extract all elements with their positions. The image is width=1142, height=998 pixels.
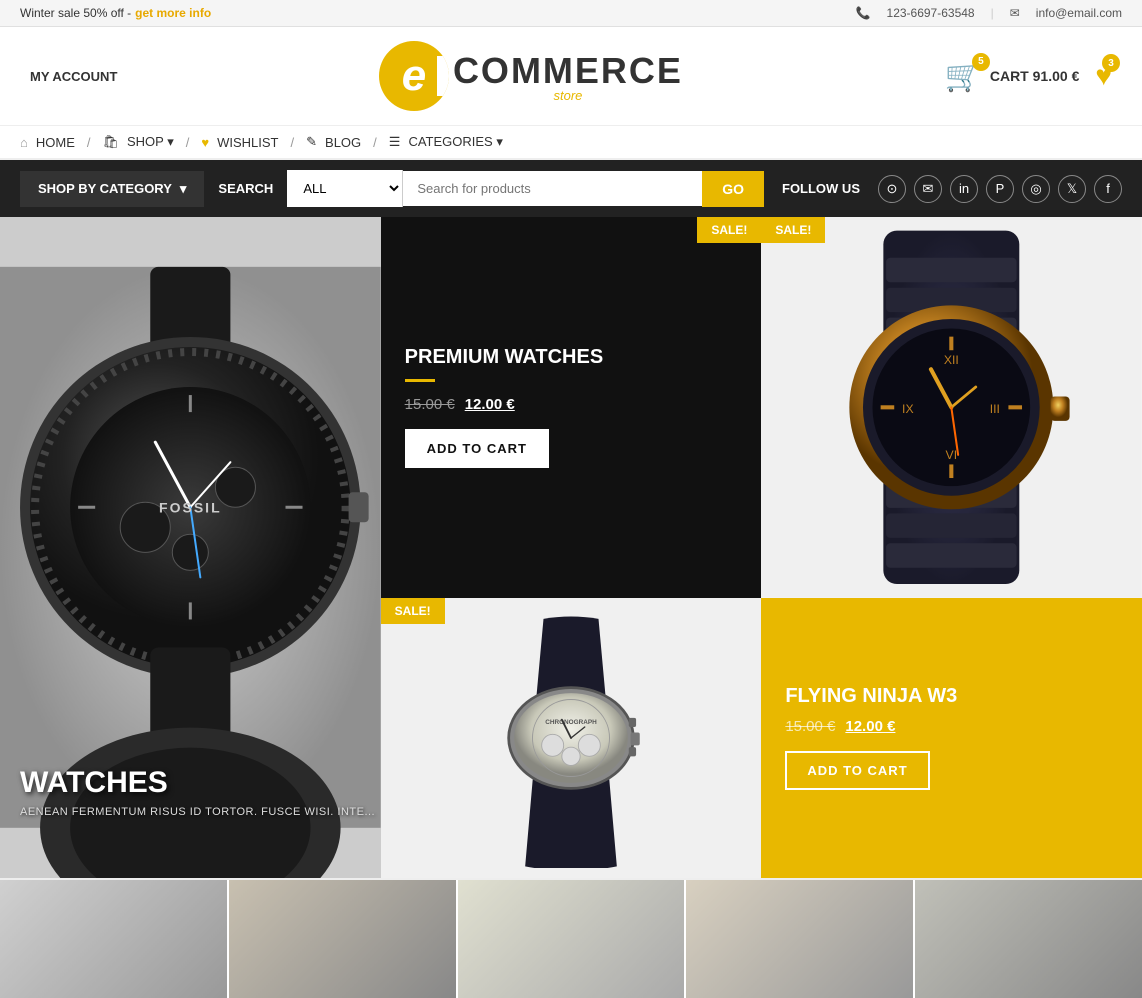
shop-nav-icon: 🛍 bbox=[102, 134, 119, 150]
premium-new-price: 12.00 € bbox=[465, 396, 515, 413]
logo-store-text: store bbox=[453, 88, 683, 103]
hero-banner: FOSSIL WATCHES AENEAN FERMENTUM RISUS ID… bbox=[0, 217, 381, 878]
get-more-link[interactable]: get more info bbox=[135, 6, 211, 20]
logo-word: COMMERCE store bbox=[453, 50, 683, 103]
cart-area[interactable]: 🛒 5 CART 91.00 € bbox=[944, 59, 1079, 94]
premium-add-to-cart-button[interactable]: ADD TO CART bbox=[405, 429, 549, 468]
svg-text:CHRONOGRAPH: CHRONOGRAPH bbox=[545, 719, 597, 726]
cart-badge: 5 bbox=[972, 53, 990, 71]
top-bar-contact: 123-6697-63548 | info@email.com bbox=[856, 6, 1122, 20]
premium-sale-badge: SALE! bbox=[697, 217, 761, 243]
nav-categories[interactable]: CATEGORIES ▾ bbox=[408, 134, 502, 150]
chevron-down-icon: ▾ bbox=[180, 181, 187, 197]
cart-label-text: CART bbox=[990, 68, 1029, 84]
wishlist-nav-icon: ♥ bbox=[201, 135, 209, 150]
email-address: info@email.com bbox=[1036, 6, 1122, 20]
go-button[interactable]: GO bbox=[702, 171, 764, 207]
instagram-icon[interactable]: ◎ bbox=[1022, 175, 1050, 203]
phone-number: 123-6697-63548 bbox=[887, 6, 975, 20]
header-right: 🛒 5 CART 91.00 € ♥ 3 bbox=[944, 59, 1112, 94]
linkedin-icon[interactable]: in bbox=[950, 175, 978, 203]
premium-old-price: 15.00 € bbox=[405, 396, 455, 413]
facebook-icon[interactable]: f bbox=[1094, 175, 1122, 203]
email-social-icon[interactable]: ✉ bbox=[914, 175, 942, 203]
search-bar: SHOP BY CATEGORY ▾ SEARCH ALL Watches Ac… bbox=[0, 160, 1142, 217]
logo-e-letter: e bbox=[402, 51, 426, 101]
ninja-old-price: 15.00 € bbox=[785, 718, 835, 735]
cart-currency: € bbox=[1072, 68, 1080, 84]
follow-us-label: FOLLOW US bbox=[764, 181, 878, 196]
thumb-1 bbox=[0, 880, 229, 998]
sale-text: Winter sale 50% off - bbox=[20, 6, 131, 20]
thumb-5 bbox=[915, 880, 1142, 998]
ninja-price-row: 15.00 € 12.00 € bbox=[785, 718, 1118, 735]
search-label: SEARCH bbox=[204, 171, 287, 206]
search-input[interactable] bbox=[403, 171, 702, 206]
premium-sale-badge-tl: SALE! bbox=[761, 217, 825, 243]
rss-icon[interactable]: ⊙ bbox=[878, 175, 906, 203]
ninja-title: FLYING NINJA W3 bbox=[785, 685, 1118, 708]
top-bar-sale: Winter sale 50% off - get more info bbox=[20, 6, 211, 20]
thumb-2 bbox=[229, 880, 458, 998]
social-icons: ⊙ ✉ in P ◎ 𝕏 f bbox=[878, 175, 1122, 203]
logo[interactable]: e COMMERCE store bbox=[379, 41, 683, 111]
shop-by-label: SHOP BY CATEGORY bbox=[38, 181, 172, 196]
logo-e-icon: e bbox=[379, 41, 449, 111]
nav-bar: ⌂ HOME / 🛍 SHOP ▾ / ♥ WISHLIST / ✎ BLOG … bbox=[0, 126, 1142, 160]
svg-text:XII: XII bbox=[944, 353, 959, 367]
svg-text:IX: IX bbox=[902, 402, 914, 416]
hero-text: WATCHES AENEAN FERMENTUM RISUS ID TORTOR… bbox=[20, 766, 375, 818]
email-icon bbox=[1010, 6, 1020, 20]
product-grid: FOSSIL WATCHES AENEAN FERMENTUM RISUS ID… bbox=[0, 217, 1142, 878]
premium-panel: SALE! PREMIUM WATCHES 15.00 € 12.00 € AD… bbox=[381, 217, 762, 598]
gold-watch-svg: XII III VI IX bbox=[761, 217, 1142, 598]
logo-commerce-text: COMMERCE bbox=[453, 50, 683, 92]
ninja-add-to-cart-button[interactable]: ADD TO CART bbox=[785, 751, 929, 790]
categories-nav-icon: ☰ bbox=[389, 134, 401, 150]
twitter-icon[interactable]: 𝕏 bbox=[1058, 175, 1086, 203]
premium-price-row: 15.00 € 12.00 € bbox=[405, 396, 738, 413]
svg-text:VI: VI bbox=[946, 448, 958, 462]
svg-text:FOSSIL: FOSSIL bbox=[159, 499, 222, 515]
hero-subtitle: AENEAN FERMENTUM RISUS ID TORTOR. FUSCE … bbox=[20, 806, 375, 818]
hero-title: WATCHES bbox=[20, 766, 375, 800]
cart-icon-wrap: 🛒 5 bbox=[944, 59, 981, 94]
premium-divider bbox=[405, 379, 435, 382]
nav-wishlist[interactable]: WISHLIST bbox=[217, 135, 278, 150]
ninja-panel: FLYING NINJA W3 15.00 € 12.00 € ADD TO C… bbox=[761, 598, 1142, 878]
thumb-3 bbox=[458, 880, 687, 998]
sale-badge-middle: SALE! bbox=[381, 598, 445, 624]
sale-watch-panel: SALE! CHRONOGRAPH bbox=[381, 598, 762, 878]
header: MY ACCOUNT e COMMERCE store 🛒 5 CART 91.… bbox=[0, 27, 1142, 126]
thumbnail-row bbox=[0, 878, 1142, 998]
svg-text:III: III bbox=[990, 402, 1000, 416]
thumb-4 bbox=[686, 880, 915, 998]
cart-label: CART 91.00 € bbox=[990, 68, 1080, 84]
premium-title: PREMIUM WATCHES bbox=[405, 346, 738, 369]
wishlist-button[interactable]: ♥ 3 bbox=[1095, 60, 1112, 92]
top-bar: Winter sale 50% off - get more info 123-… bbox=[0, 0, 1142, 27]
shop-by-category[interactable]: SHOP BY CATEGORY ▾ bbox=[20, 171, 204, 207]
blog-nav-icon: ✎ bbox=[306, 134, 317, 150]
nav-home[interactable]: HOME bbox=[36, 135, 75, 150]
cart-price: 91.00 bbox=[1033, 68, 1068, 84]
home-nav-icon: ⌂ bbox=[20, 135, 28, 150]
nav-blog[interactable]: BLOG bbox=[325, 135, 361, 150]
pinterest-icon[interactable]: P bbox=[986, 175, 1014, 203]
ninja-new-price: 12.00 € bbox=[845, 718, 895, 735]
wishlist-badge: 3 bbox=[1102, 54, 1120, 72]
fancy-watch-panel: SALE! bbox=[761, 217, 1142, 598]
my-account-link[interactable]: MY ACCOUNT bbox=[30, 69, 117, 84]
nav-shop[interactable]: SHOP ▾ bbox=[127, 134, 174, 150]
phone-icon bbox=[856, 6, 871, 20]
sale-watch-svg: CHRONOGRAPH bbox=[461, 608, 681, 868]
search-type-select[interactable]: ALL Watches Accessories bbox=[287, 170, 403, 207]
